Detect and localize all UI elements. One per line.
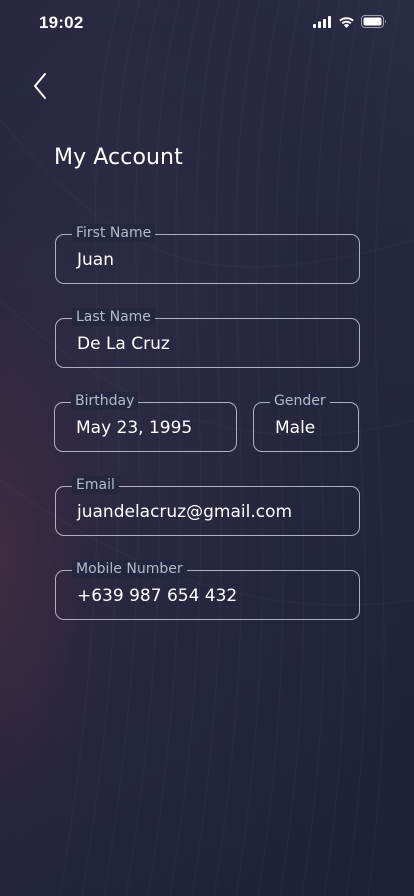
status-bar: 19:02 [0,0,414,46]
first-name-field[interactable]: First Name Juan [55,224,360,284]
back-button[interactable] [22,66,58,106]
last-name-value[interactable]: De La Cruz [77,333,170,355]
first-name-label: First Name [72,224,156,242]
status-time: 19:02 [39,13,84,32]
cellular-signal-icon [313,15,332,28]
birthday-label: Birthday [71,392,139,410]
battery-icon [361,15,387,28]
chevron-left-icon [32,72,48,100]
first-name-value[interactable]: Juan [77,249,114,271]
wifi-icon [338,16,355,28]
gender-value[interactable]: Male [275,417,315,439]
email-value[interactable]: juandelacruz@gmail.com [77,501,292,523]
gender-field[interactable]: Gender Male [253,392,359,452]
mobile-number-label: Mobile Number [72,560,187,578]
birthday-field[interactable]: Birthday May 23, 1995 [54,392,237,452]
status-icons [313,15,387,28]
page-title: My Account [54,145,183,170]
mobile-number-field[interactable]: Mobile Number +639 987 654 432 [55,560,360,620]
email-field[interactable]: Email juandelacruz@gmail.com [55,476,360,536]
last-name-field[interactable]: Last Name De La Cruz [55,308,360,368]
mobile-number-value[interactable]: +639 987 654 432 [77,585,237,607]
email-label: Email [72,476,119,494]
birthday-value[interactable]: May 23, 1995 [76,417,192,439]
last-name-label: Last Name [72,308,155,326]
gender-label: Gender [270,392,330,410]
